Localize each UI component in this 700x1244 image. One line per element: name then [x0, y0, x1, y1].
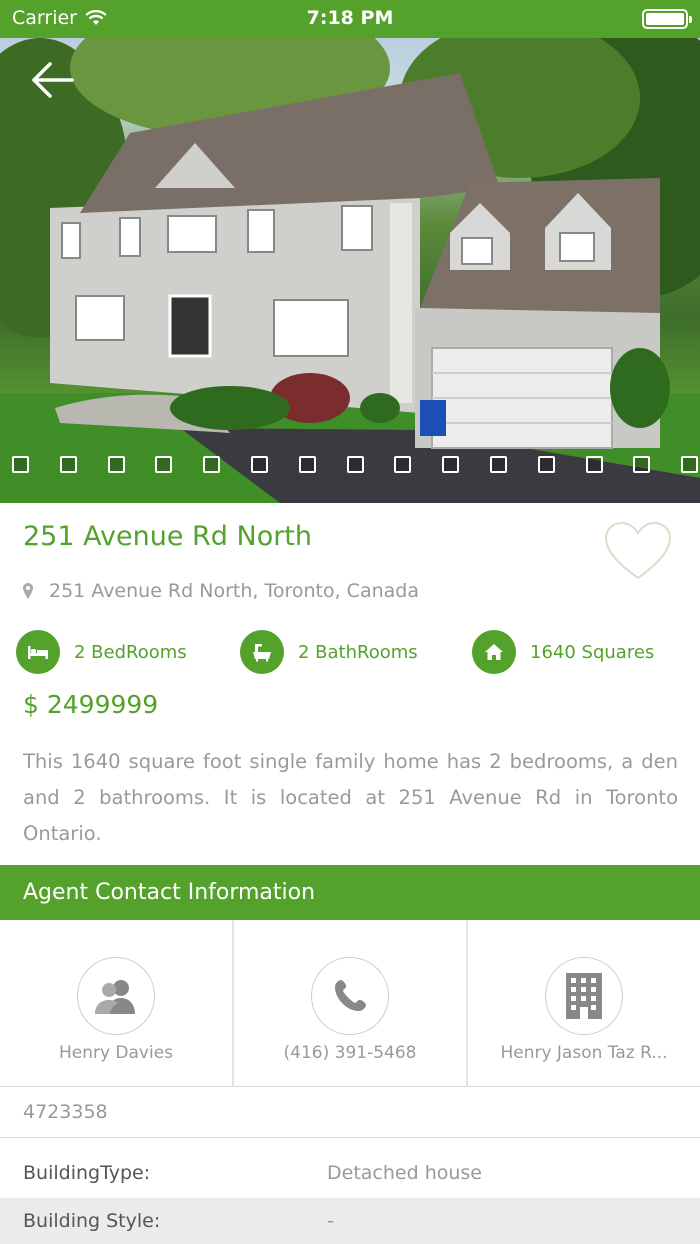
gallery-dot[interactable] [298, 456, 316, 473]
bedrooms-label: 2 BedRooms [74, 641, 187, 663]
agent-contact-grid: Henry Davies (416) 391-5468 Henry Jason … [0, 920, 700, 1087]
detail-row-building-style: Building Style: - [0, 1198, 700, 1244]
bathtub-icon [240, 630, 284, 674]
bathrooms-feature: 2 BathRooms [240, 630, 418, 674]
gallery-dot[interactable] [442, 456, 460, 473]
property-description: This 1640 square foot single family home… [23, 750, 678, 845]
agent-users-icon [77, 957, 155, 1035]
property-price: $ 2499999 [23, 690, 159, 719]
property-title: 251 Avenue Rd North [23, 521, 313, 552]
gallery-pagination [12, 456, 699, 473]
bed-icon [16, 630, 60, 674]
listing-id: 4723358 [0, 1088, 700, 1138]
location-pin-icon [23, 583, 33, 599]
property-photo[interactable] [0, 38, 700, 503]
gallery-dot[interactable] [681, 456, 699, 473]
address-text: 251 Avenue Rd North, Toronto, Canada [49, 580, 419, 602]
detail-value: - [327, 1210, 334, 1232]
gallery-dot[interactable] [250, 456, 268, 473]
agent-name: Henry Davies [58, 1043, 174, 1063]
agent-company: Henry Jason Taz R... [500, 1043, 668, 1063]
building-icon [545, 957, 623, 1035]
agent-section-header: Agent Contact Information [0, 865, 700, 920]
status-bar: Carrier 7:18 PM [0, 0, 700, 38]
gallery-dot[interactable] [585, 456, 603, 473]
detail-key: BuildingType: [23, 1162, 151, 1184]
favorite-heart-icon[interactable] [603, 520, 673, 582]
gallery-dot[interactable] [12, 456, 29, 473]
phone-icon [311, 957, 389, 1035]
detail-key: Building Style: [23, 1210, 161, 1232]
property-address: 251 Avenue Rd North, Toronto, Canada [23, 580, 419, 602]
gallery-dot[interactable] [346, 456, 364, 473]
home-icon [472, 630, 516, 674]
area-feature: 1640 Squares [472, 630, 654, 674]
gallery-dot[interactable] [155, 456, 173, 473]
gallery-dot[interactable] [59, 456, 77, 473]
bathrooms-label: 2 BathRooms [298, 641, 418, 663]
property-features: 2 BedRooms 2 BathRooms 1640 Squares [16, 630, 686, 674]
agent-company-cell[interactable]: Henry Jason Taz R... [468, 920, 700, 1086]
gallery-dot[interactable] [537, 456, 555, 473]
agent-name-cell[interactable]: Henry Davies [0, 920, 234, 1086]
gallery-dot[interactable] [203, 456, 221, 473]
gallery-dot[interactable] [489, 456, 507, 473]
status-time: 7:18 PM [306, 7, 394, 29]
detail-value: Detached house [327, 1162, 482, 1184]
bedrooms-feature: 2 BedRooms [16, 630, 187, 674]
agent-phone-cell[interactable]: (416) 391-5468 [234, 920, 468, 1086]
back-arrow-icon[interactable] [30, 58, 78, 102]
gallery-dot[interactable] [394, 456, 412, 473]
area-label: 1640 Squares [530, 641, 655, 663]
gallery-dot[interactable] [633, 456, 651, 473]
detail-row-building-type: BuildingType: Detached house [0, 1150, 700, 1196]
battery-icon [642, 9, 692, 29]
house-illustration [0, 38, 700, 503]
agent-phone: (416) 391-5468 [283, 1043, 417, 1063]
gallery-dot[interactable] [107, 456, 125, 473]
